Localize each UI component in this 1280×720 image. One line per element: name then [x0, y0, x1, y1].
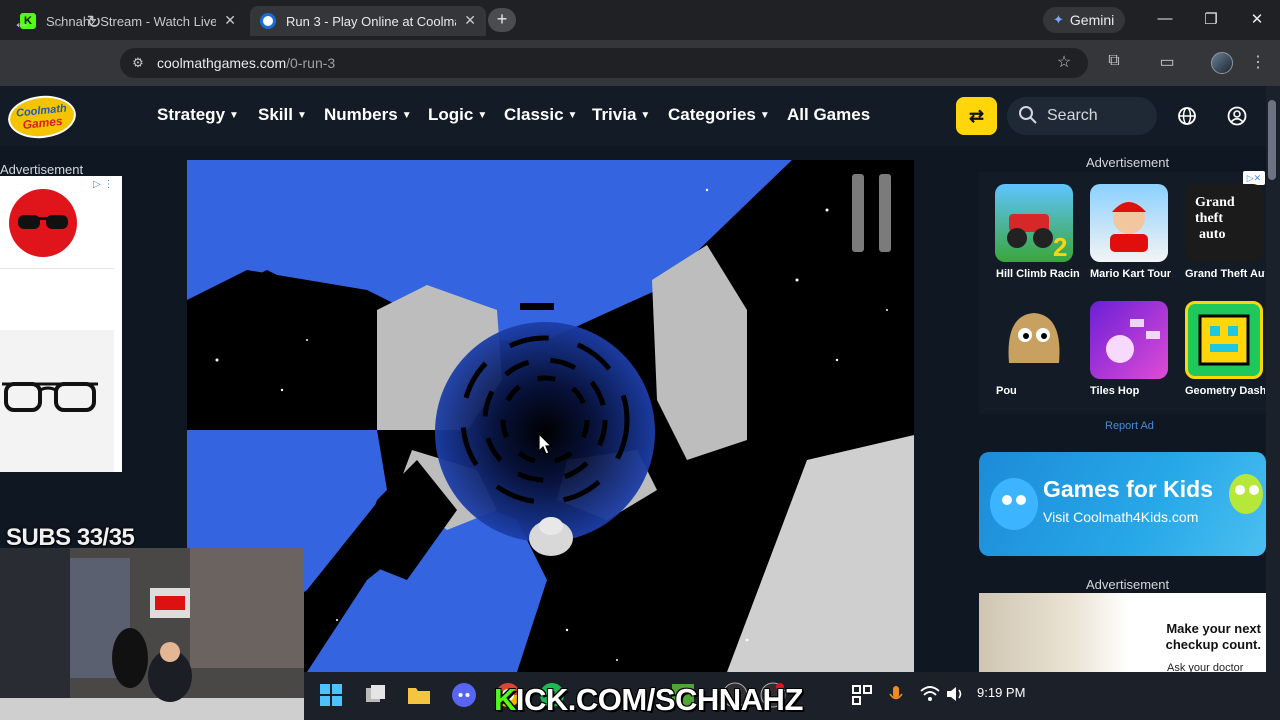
right-ad-label: Advertisement: [1086, 155, 1170, 170]
nav-numbers[interactable]: Numbers ▼: [324, 105, 412, 125]
wifi-icon[interactable]: [920, 685, 940, 703]
alien-mascot-icon: [1229, 474, 1263, 514]
right-ad-label-2: Advertisement: [1086, 577, 1170, 592]
logo-text-line2: Games: [21, 113, 64, 133]
shuffle-button[interactable]: ⇄: [956, 97, 997, 135]
gta-thumbnail[interactable]: Grand theft auto: [1185, 184, 1263, 262]
nav-classic[interactable]: Classic ▼: [504, 105, 577, 125]
close-tab-icon[interactable]: ✕: [464, 12, 476, 29]
eyeglasses-ad-image: [2, 382, 98, 412]
clock[interactable]: 9:19 PM: [977, 685, 1025, 700]
file-explorer-icon[interactable]: [406, 682, 432, 708]
chevron-down-icon: ▼: [229, 110, 239, 121]
gemini-icon: ✦: [1053, 12, 1064, 27]
doctor-photo: [979, 593, 1129, 673]
tab-kick-stream[interactable]: K Schnahz Stream - Watch Live on ✕: [8, 6, 246, 36]
nav-strategy[interactable]: Strategy ▼: [157, 105, 239, 125]
report-ad-link[interactable]: Report Ad: [1105, 420, 1154, 432]
svg-text:2: 2: [1053, 232, 1067, 262]
volume-icon[interactable]: [945, 685, 965, 703]
sunglasses-ad-image: [9, 189, 77, 257]
adchoices-icon[interactable]: ▷ ⋮: [93, 179, 113, 190]
left-advertisement[interactable]: ▷ ⋮: [0, 176, 122, 472]
geometry-dash-thumbnail[interactable]: [1185, 301, 1263, 379]
user-icon[interactable]: [1225, 104, 1249, 128]
subs-counter-overlay: SUBS 33/35: [6, 524, 135, 551]
forward-icon[interactable]: →: [47, 12, 69, 33]
chevron-down-icon: ▼: [477, 110, 488, 121]
chevron-down-icon: ▼: [759, 110, 770, 121]
shuffle-icon: ⇄: [968, 106, 985, 126]
svg-text:Grand: Grand: [1195, 195, 1235, 210]
gemini-button[interactable]: ✦ Gemini: [1043, 7, 1125, 33]
tab-title: Schnahz Stream - Watch Live on: [46, 13, 216, 29]
extensions-icon[interactable]: ⧉: [1102, 52, 1126, 70]
game-name[interactable]: Pou: [996, 385, 1080, 397]
octopus-mascot-icon: [990, 478, 1038, 530]
gemini-label: Gemini: [1069, 12, 1115, 28]
chevron-down-icon: ▼: [640, 110, 651, 121]
minimize-button[interactable]: —: [1150, 10, 1180, 27]
checkup-headline: Make your next checkup count.: [1165, 621, 1261, 652]
windows-start-icon[interactable]: [318, 682, 344, 708]
cast-search-icon[interactable]: ▭: [1155, 52, 1179, 72]
tab-title: Run 3 - Play Online at Coolmath: [286, 13, 456, 29]
game-name[interactable]: Grand Theft Auto: [1185, 268, 1265, 280]
chevron-down-icon: ▼: [567, 110, 578, 121]
restore-button[interactable]: ❐: [1196, 10, 1226, 28]
game-name[interactable]: Geometry Dash: [1185, 385, 1265, 397]
profile-avatar[interactable]: [1211, 52, 1233, 74]
tiles-hop-thumbnail[interactable]: [1090, 301, 1168, 379]
nav-all-games[interactable]: All Games: [787, 105, 870, 125]
search-placeholder: Search: [1047, 107, 1098, 124]
ad-divider: [0, 268, 114, 269]
webcam-overlay: [0, 548, 304, 720]
game-name[interactable]: Hill Climb Racing: [996, 268, 1080, 280]
microphone-icon[interactable]: [888, 684, 904, 706]
search-icon: [1019, 106, 1037, 124]
scrollbar-thumb[interactable]: [1268, 100, 1276, 180]
mario-kart-thumbnail[interactable]: [1090, 184, 1168, 262]
coolmath4kids-banner[interactable]: [979, 452, 1266, 556]
kids-banner-subtitle: Visit Coolmath4Kids.com: [1043, 509, 1199, 525]
site-info-icon[interactable]: ⚙: [127, 53, 149, 73]
svg-text:auto: auto: [1199, 227, 1225, 242]
url-text[interactable]: coolmathgames.com/0-run-3: [157, 55, 335, 71]
kids-banner-title: Games for Kids: [1043, 476, 1213, 502]
globe-icon[interactable]: [1175, 104, 1199, 128]
hill-climb-thumbnail[interactable]: 2: [995, 184, 1073, 262]
nav-categories[interactable]: Categories ▼: [668, 105, 770, 125]
url-path: /0-run-3: [286, 55, 336, 71]
mouse-cursor-icon: [538, 433, 552, 455]
svg-text:theft: theft: [1195, 211, 1223, 226]
close-window-button[interactable]: ✕: [1242, 10, 1272, 28]
menu-icon[interactable]: ⋮: [1246, 52, 1270, 72]
close-tab-icon[interactable]: ✕: [224, 12, 236, 29]
nav-trivia[interactable]: Trivia ▼: [592, 105, 650, 125]
left-ad-label: Advertisement: [0, 162, 84, 177]
game-name[interactable]: Tiles Hop: [1090, 385, 1174, 397]
qr-icon[interactable]: [851, 684, 873, 706]
chevron-down-icon: ▼: [296, 110, 307, 121]
tab-run-3[interactable]: Run 3 - Play Online at Coolmath ✕: [250, 6, 486, 36]
task-view-icon[interactable]: [363, 682, 389, 708]
nav-logic[interactable]: Logic ▼: [428, 105, 487, 125]
reload-icon[interactable]: ↻: [83, 12, 105, 33]
url-domain: coolmathgames.com: [157, 55, 287, 71]
chevron-down-icon: ▼: [401, 110, 412, 121]
adchoices-icon[interactable]: ▷✕: [1243, 171, 1265, 185]
pou-thumbnail[interactable]: [995, 301, 1073, 379]
game-name[interactable]: Mario Kart Tour: [1090, 268, 1174, 280]
kick-url-overlay: KICK.COM/SCHNAHZ: [494, 682, 803, 717]
coolmath-icon: [260, 13, 276, 29]
bookmark-star-icon[interactable]: ☆: [1052, 52, 1076, 72]
discord-icon[interactable]: [451, 682, 477, 708]
back-icon[interactable]: ←: [11, 12, 33, 33]
new-tab-button[interactable]: +: [488, 8, 516, 32]
pause-icon[interactable]: [847, 170, 897, 260]
nav-skill[interactable]: Skill ▼: [258, 105, 307, 125]
